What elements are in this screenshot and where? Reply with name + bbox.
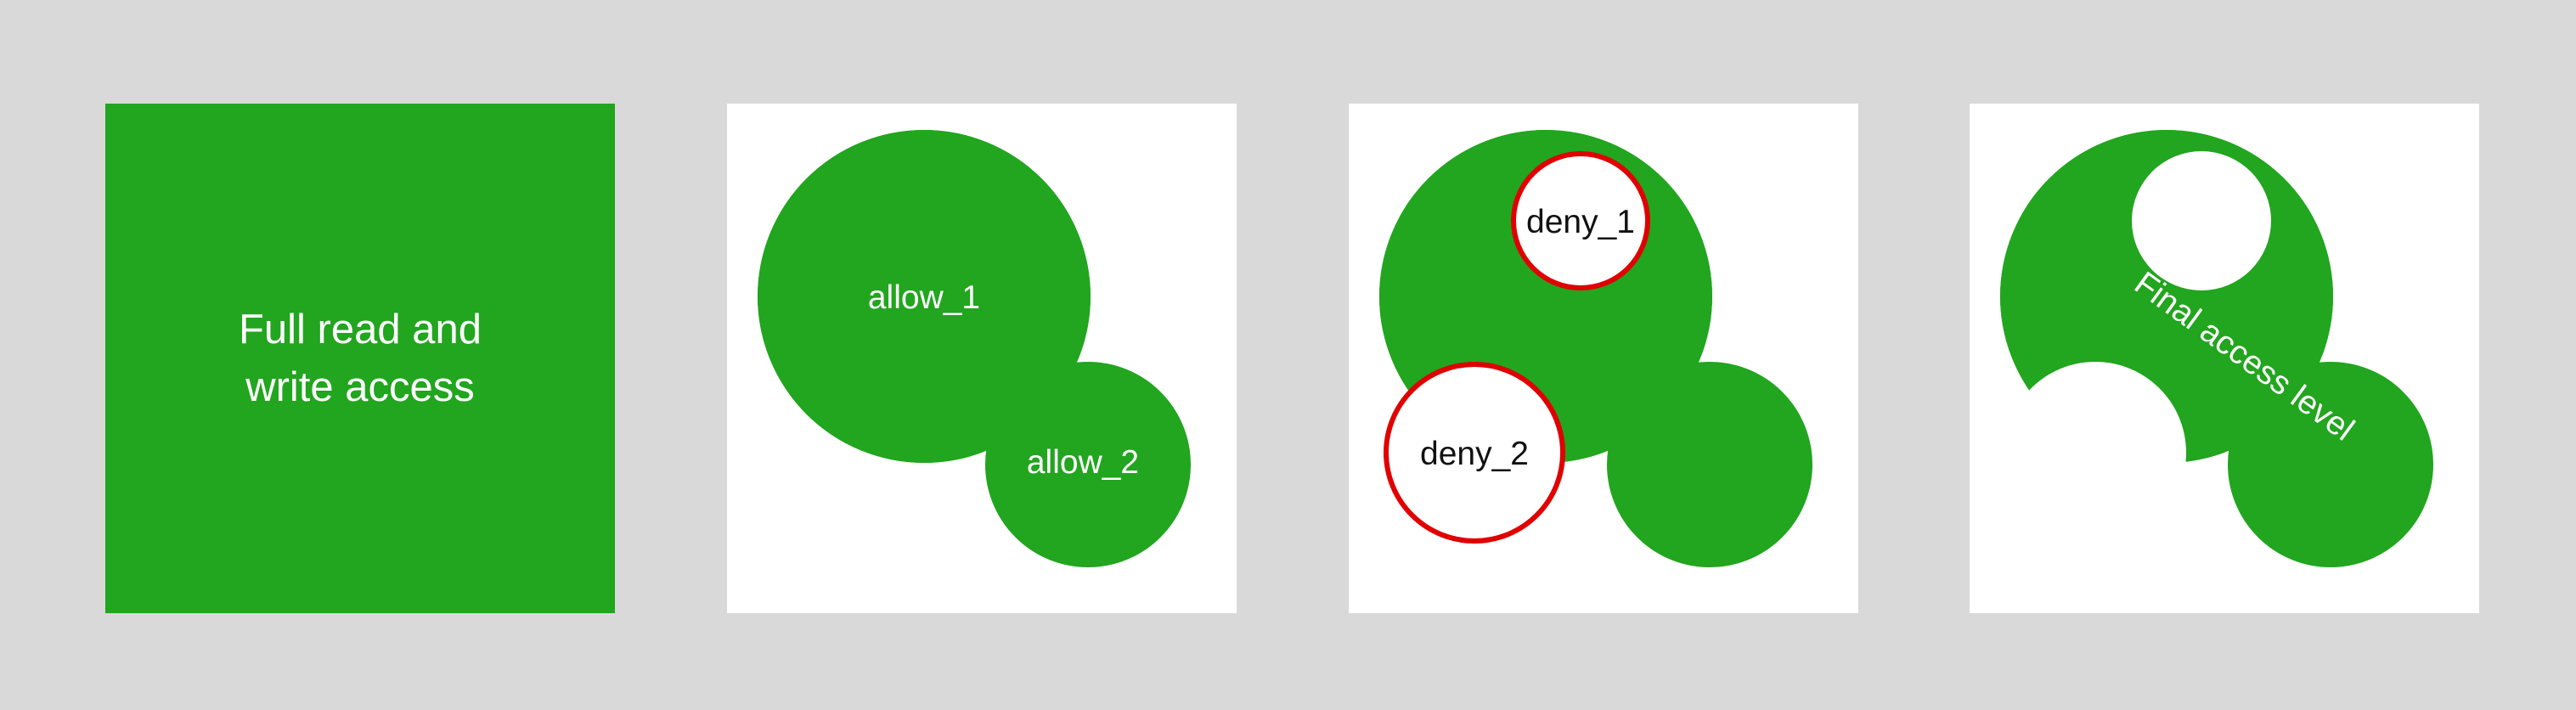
deny-2-label: deny_2 bbox=[1420, 436, 1529, 472]
allow-union-svg: allow_1 allow_2 bbox=[751, 123, 1198, 574]
full-access-square: Full read and write access bbox=[105, 104, 615, 613]
full-access-line-2: write access bbox=[245, 364, 475, 410]
panel-final-result: Final access level bbox=[1970, 104, 2479, 613]
deny-overlay-svg: deny_1 deny_2 bbox=[1373, 123, 1819, 574]
panel-allow-union: allow_1 allow_2 bbox=[727, 104, 1237, 613]
deny-1-label: deny_1 bbox=[1526, 204, 1635, 240]
diagram-stage: Full read and write access allow_1 allow… bbox=[0, 0, 2576, 710]
panel-deny-overlay: deny_1 deny_2 bbox=[1349, 104, 1858, 613]
panel-full-access: Full read and write access bbox=[105, 104, 615, 613]
deny-2-cutout bbox=[2004, 362, 2186, 544]
full-access-line-1: Full read and bbox=[238, 307, 482, 352]
allow-2-label: allow_2 bbox=[1027, 444, 1139, 481]
allow-1-label: allow_1 bbox=[868, 279, 980, 316]
final-result-svg: Final access level bbox=[1993, 123, 2440, 574]
